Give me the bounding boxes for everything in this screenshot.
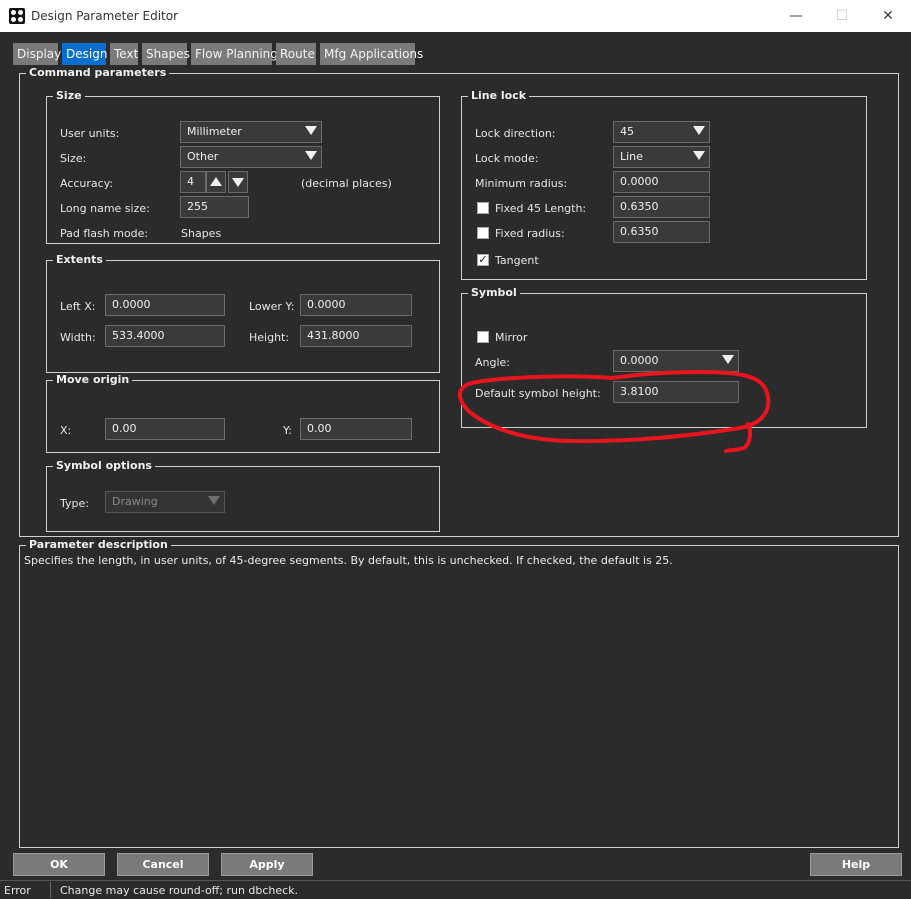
apply-button[interactable]: Apply bbox=[221, 853, 313, 876]
parameter-description-text: Specifies the length, in user units, of … bbox=[24, 554, 673, 567]
move-origin-title: Move origin bbox=[53, 373, 133, 386]
command-parameters-title: Command parameters bbox=[26, 66, 170, 79]
maximize-icon: ☐ bbox=[835, 8, 849, 24]
title-bar: Design Parameter Editor — ☐ ✕ bbox=[0, 0, 911, 32]
tab-strip: Display Design Text Shapes Flow Planning… bbox=[0, 32, 911, 66]
size-label: Size: bbox=[60, 152, 87, 165]
angle-value: 0.0000 bbox=[620, 354, 659, 367]
parameter-description-group: Parameter description Specifies the leng… bbox=[19, 538, 899, 848]
extents-title: Extents bbox=[53, 253, 106, 266]
arrow-up-icon bbox=[210, 177, 222, 186]
pad-flash-mode-label: Pad flash mode: bbox=[60, 227, 149, 240]
extents-group: Extents bbox=[46, 253, 440, 373]
line-lock-title: Line lock bbox=[468, 89, 530, 102]
accuracy-decrement-button[interactable] bbox=[228, 171, 248, 193]
move-origin-group: Move origin bbox=[46, 373, 440, 453]
pad-flash-mode-value: Shapes bbox=[181, 227, 222, 240]
lower-y-label: Lower Y: bbox=[249, 300, 295, 313]
chevron-down-icon bbox=[693, 151, 705, 160]
type-label: Type: bbox=[60, 497, 89, 510]
size-title: Size bbox=[53, 89, 85, 102]
angle-label: Angle: bbox=[475, 356, 511, 369]
help-button[interactable]: Help bbox=[810, 853, 902, 876]
symbol-title: Symbol bbox=[468, 286, 520, 299]
lock-direction-value: 45 bbox=[620, 125, 634, 138]
status-separator bbox=[50, 882, 51, 898]
window-title: Design Parameter Editor bbox=[31, 9, 179, 23]
width-input[interactable]: 533.4000 bbox=[105, 325, 225, 347]
tab-route[interactable]: Route bbox=[276, 43, 316, 65]
left-x-label: Left X: bbox=[60, 300, 96, 313]
size-value: Other bbox=[187, 150, 219, 163]
minimize-icon: — bbox=[789, 8, 803, 24]
status-level: Error bbox=[4, 884, 31, 897]
cancel-button[interactable]: Cancel bbox=[117, 853, 209, 876]
user-units-label: User units: bbox=[60, 127, 120, 140]
accuracy-increment-button[interactable] bbox=[206, 171, 226, 193]
chevron-down-icon bbox=[305, 126, 317, 135]
mirror-label: Mirror bbox=[495, 331, 528, 344]
type-value: Drawing bbox=[112, 495, 158, 508]
symbol-options-title: Symbol options bbox=[53, 459, 155, 472]
minimum-radius-label: Minimum radius: bbox=[475, 177, 568, 190]
lock-mode-dropdown[interactable]: Line bbox=[613, 146, 710, 168]
accuracy-suffix: (decimal places) bbox=[301, 177, 392, 190]
chevron-down-icon bbox=[693, 126, 705, 135]
chevron-down-icon bbox=[305, 151, 317, 160]
default-symbol-height-label: Default symbol height: bbox=[475, 387, 601, 400]
type-dropdown: Drawing bbox=[105, 491, 225, 513]
fixed-45-length-input[interactable]: 0.6350 bbox=[613, 196, 710, 218]
chevron-down-icon bbox=[208, 496, 220, 505]
status-message: Change may cause round-off; run dbcheck. bbox=[60, 884, 299, 897]
size-group: Size bbox=[46, 89, 440, 244]
minimize-button[interactable]: — bbox=[773, 0, 819, 32]
origin-y-input[interactable]: 0.00 bbox=[300, 418, 412, 440]
tab-mfg-applications[interactable]: Mfg Applications bbox=[320, 43, 423, 65]
accuracy-input[interactable]: 4 bbox=[180, 171, 206, 193]
tab-text[interactable]: Text bbox=[110, 43, 138, 65]
size-dropdown[interactable]: Other bbox=[180, 146, 322, 168]
checkmark-icon: ✓ bbox=[478, 253, 488, 266]
tab-design[interactable]: Design bbox=[62, 43, 107, 65]
origin-x-input[interactable]: 0.00 bbox=[105, 418, 225, 440]
fixed-radius-label: Fixed radius: bbox=[495, 227, 565, 240]
lock-direction-dropdown[interactable]: 45 bbox=[613, 121, 710, 143]
maximize-button: ☐ bbox=[819, 0, 865, 32]
tab-shapes[interactable]: Shapes bbox=[142, 43, 190, 65]
fixed-radius-input[interactable]: 0.6350 bbox=[613, 221, 710, 243]
left-x-input[interactable]: 0.0000 bbox=[105, 294, 225, 316]
long-name-size-input[interactable]: 255 bbox=[180, 196, 249, 218]
ok-button[interactable]: OK bbox=[13, 853, 105, 876]
chevron-down-icon bbox=[722, 355, 734, 364]
lock-mode-value: Line bbox=[620, 150, 643, 163]
close-button[interactable]: ✕ bbox=[865, 0, 911, 32]
parameter-description-title: Parameter description bbox=[26, 538, 171, 551]
fixed-radius-checkbox[interactable] bbox=[477, 227, 489, 239]
fixed-45-length-checkbox[interactable] bbox=[477, 202, 489, 214]
long-name-size-label: Long name size: bbox=[60, 202, 150, 215]
default-symbol-height-input[interactable]: 3.8100 bbox=[613, 381, 739, 403]
height-input[interactable]: 431.8000 bbox=[300, 325, 412, 347]
accuracy-label: Accuracy: bbox=[60, 177, 114, 190]
height-label: Height: bbox=[249, 331, 290, 344]
origin-x-label: X: bbox=[60, 424, 72, 437]
fixed-45-length-label: Fixed 45 Length: bbox=[495, 202, 587, 215]
lock-direction-label: Lock direction: bbox=[475, 127, 556, 140]
close-icon: ✕ bbox=[882, 8, 894, 24]
lock-mode-label: Lock mode: bbox=[475, 152, 539, 165]
tangent-checkbox[interactable]: ✓ bbox=[477, 254, 489, 266]
app-logo-icon bbox=[9, 8, 25, 24]
user-units-dropdown[interactable]: Millimeter bbox=[180, 121, 322, 143]
arrow-down-icon bbox=[232, 178, 244, 187]
tab-flow-planning[interactable]: Flow Planning bbox=[191, 43, 278, 65]
minimum-radius-input[interactable]: 0.0000 bbox=[613, 171, 710, 193]
mirror-checkbox[interactable] bbox=[477, 331, 489, 343]
user-units-value: Millimeter bbox=[187, 125, 242, 138]
width-label: Width: bbox=[60, 331, 96, 344]
origin-y-label: Y: bbox=[283, 424, 292, 437]
tab-display[interactable]: Display bbox=[13, 43, 61, 65]
angle-dropdown[interactable]: 0.0000 bbox=[613, 350, 739, 372]
tangent-label: Tangent bbox=[495, 254, 539, 267]
lower-y-input[interactable]: 0.0000 bbox=[300, 294, 412, 316]
